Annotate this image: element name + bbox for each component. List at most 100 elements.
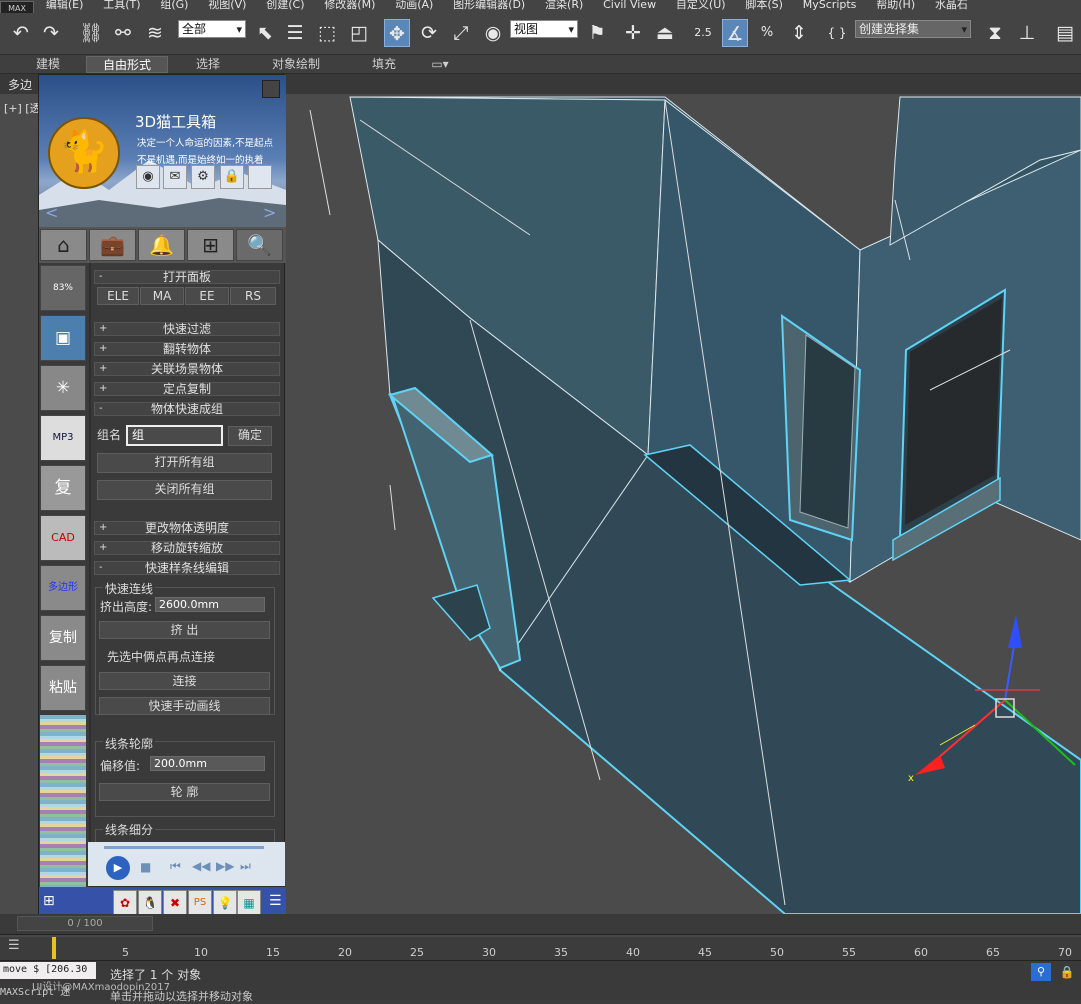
ee-button[interactable]: EE — [185, 287, 229, 305]
rollout-flip[interactable]: + 翻转物体 — [94, 342, 280, 356]
menu-scripting[interactable]: 脚本(S) — [737, 0, 791, 11]
menu-customize[interactable]: 自定义(U) — [668, 0, 734, 11]
paste-icon[interactable]: 粘贴 — [40, 665, 86, 711]
time-slider[interactable]: 0 / 100 — [17, 916, 153, 931]
select-object-icon[interactable]: ⬉ — [252, 19, 278, 47]
app-logo[interactable]: MAX — [0, 1, 34, 13]
scene-icon[interactable]: ▣ — [40, 315, 86, 361]
tab-object-paint[interactable]: 对象绘制 — [256, 56, 336, 73]
selection-filter-dropdown[interactable]: 全部 — [178, 20, 246, 38]
red-app-icon[interactable]: ✿ — [113, 890, 137, 916]
keyboard-shortcut-icon[interactable]: ⏏ — [652, 19, 678, 47]
mp3-icon[interactable]: MP3 — [40, 415, 86, 461]
next-track-icon[interactable]: ⏭ — [240, 859, 251, 874]
duplicate-icon[interactable]: 复 — [40, 465, 86, 511]
select-by-name-icon[interactable]: ☰ — [282, 19, 308, 47]
redo-icon[interactable]: ↷ — [38, 19, 64, 47]
menu-edit[interactable]: 编辑(E) — [38, 0, 92, 11]
select-move-icon[interactable]: ✥ — [384, 19, 410, 47]
snap-toggle-icon[interactable]: 2.5 — [690, 19, 716, 47]
rewind-icon[interactable]: ◀◀ — [192, 859, 210, 873]
qq-icon[interactable]: ◉ — [136, 165, 160, 189]
forward-icon[interactable]: ▶▶ — [216, 859, 234, 873]
bell-icon[interactable]: 🔔 — [138, 229, 185, 261]
rollout-open-panel[interactable]: - 打开面板 — [94, 270, 280, 284]
bind-spacewarp-icon[interactable]: ≋ — [142, 19, 168, 47]
pivot-center-icon[interactable]: ⚑ — [584, 19, 610, 47]
lock-selection-icon[interactable]: 🔒 — [1058, 963, 1076, 981]
rollout-quick-filter[interactable]: + 快速过滤 — [94, 322, 280, 336]
stop-icon[interactable]: ■ — [140, 860, 151, 874]
rollout-point-copy[interactable]: + 定点复制 — [94, 382, 280, 396]
mail-icon[interactable]: ✉ — [163, 165, 187, 189]
group-confirm-button[interactable]: 确定 — [228, 426, 272, 446]
menu-modifiers[interactable]: 修改器(M) — [316, 0, 383, 11]
start-icon[interactable]: ⊞ — [43, 893, 55, 909]
rs-button[interactable]: RS — [230, 287, 276, 305]
banner-next-button[interactable]: > — [263, 203, 276, 222]
player-progress[interactable] — [104, 846, 264, 849]
copy-icon[interactable]: 复制 — [40, 615, 86, 661]
menu-help[interactable]: 帮助(H) — [868, 0, 923, 11]
transform-gizmo-icon[interactable]: ✛ — [620, 19, 646, 47]
panel-close-button[interactable] — [262, 80, 280, 98]
rollout-quick-group[interactable]: - 物体快速成组 — [94, 402, 280, 416]
lock-icon[interactable]: 🔒 — [220, 165, 244, 189]
home-icon[interactable]: ⌂ — [40, 229, 87, 261]
cad-icon[interactable]: CAD — [40, 515, 86, 561]
viewport-label[interactable]: [+] [透 — [4, 100, 41, 116]
ribbon-options-icon[interactable]: ▭▾ — [426, 56, 454, 73]
blocked-app-icon[interactable]: ✖ — [163, 890, 187, 916]
unlink-icon[interactable]: ⚯ — [110, 19, 136, 47]
stack-icon[interactable]: ▦ — [237, 890, 261, 916]
percent-snap-icon[interactable]: % — [754, 19, 780, 47]
network-icon[interactable]: ⊞ — [187, 229, 234, 261]
group-name-input[interactable]: 组 — [126, 425, 223, 446]
rollout-spline-edit[interactable]: - 快速样条线编辑 — [94, 561, 280, 575]
tab-populate[interactable]: 填充 — [354, 56, 414, 73]
select-scale-icon[interactable]: ⤢ — [448, 19, 474, 47]
axis-icon[interactable]: ✳ — [40, 365, 86, 411]
search-icon[interactable]: 🔍 — [236, 229, 283, 261]
rollout-assoc-scene[interactable]: + 关联场景物体 — [94, 362, 280, 376]
polygon-icon[interactable]: 多边形 — [40, 565, 86, 611]
spinner-snap-icon[interactable]: ⇕ — [786, 19, 812, 47]
rect-selection-icon[interactable]: ⬚ — [314, 19, 340, 47]
select-rotate-icon[interactable]: ⟳ — [416, 19, 442, 47]
prev-track-icon[interactable]: ⏮ — [170, 859, 181, 874]
menu-crystal[interactable]: 水晶石 — [927, 0, 976, 11]
banner-prev-button[interactable]: < — [45, 203, 58, 222]
tab-freeform[interactable]: 自由形式 — [86, 56, 168, 73]
connect-button[interactable]: 连接 — [99, 672, 270, 690]
outline-button[interactable]: 轮 廓 — [99, 783, 270, 801]
link-icon[interactable]: ⛓ — [78, 19, 104, 47]
named-selection-dropdown[interactable]: 创建选择集 — [855, 20, 971, 38]
layer-manager-icon[interactable]: ▤ — [1052, 19, 1078, 47]
menu-myscripts[interactable]: MyScripts — [795, 0, 865, 11]
blank-icon[interactable] — [248, 165, 272, 189]
photoshop-icon[interactable]: PS — [188, 890, 212, 916]
bulb-icon[interactable]: 💡 — [213, 890, 237, 916]
isolate-icon[interactable]: ⚲ — [1031, 963, 1051, 981]
open-all-groups-button[interactable]: 打开所有组 — [97, 453, 272, 473]
menu-group[interactable]: 组(G) — [152, 0, 196, 11]
tab-modeling[interactable]: 建模 — [18, 56, 78, 73]
menu-tools[interactable]: 工具(T) — [95, 0, 148, 11]
polygon-modeling-label[interactable]: 多边 — [8, 76, 32, 93]
ele-button[interactable]: ELE — [97, 287, 139, 305]
extrude-height-spinner[interactable]: 2600.0mm — [155, 597, 265, 612]
menu-views[interactable]: 视图(V) — [200, 0, 254, 11]
rollout-transparency[interactable]: + 更改物体透明度 — [94, 521, 280, 535]
undo-icon[interactable]: ↶ — [8, 19, 34, 47]
place-icon[interactable]: ◉ — [480, 19, 506, 47]
offset-spinner[interactable]: 200.0mm — [150, 756, 265, 771]
briefcase-icon[interactable]: 💼 — [89, 229, 136, 261]
align-icon[interactable]: ⊥ — [1014, 19, 1040, 47]
menu-rendering[interactable]: 渲染(R) — [537, 0, 591, 11]
settings-icon[interactable]: ⚙ — [191, 165, 215, 189]
menu-create[interactable]: 创建(C) — [258, 0, 312, 11]
ref-coord-dropdown[interactable]: 视图 — [510, 20, 578, 38]
mirror-icon[interactable]: ⧗ — [982, 19, 1008, 47]
key-filter-icon[interactable]: ☰ — [8, 938, 20, 953]
menu-civil-view[interactable]: Civil View — [595, 0, 664, 11]
